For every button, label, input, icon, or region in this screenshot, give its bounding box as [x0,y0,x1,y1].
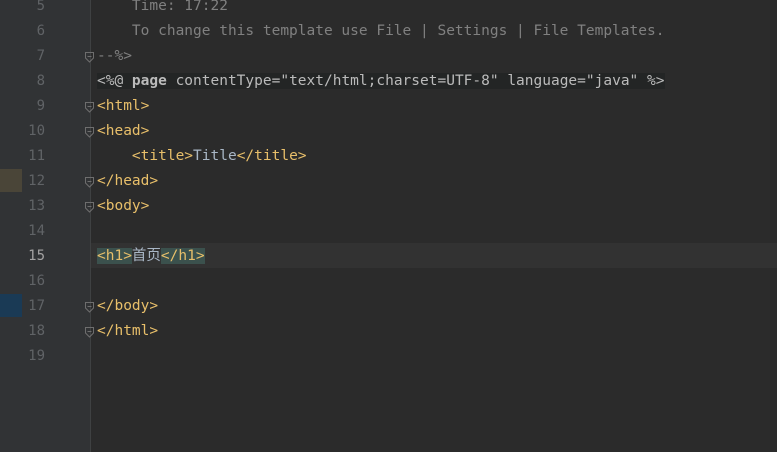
line-number[interactable]: 5 [22,0,45,19]
line-number[interactable]: 11 [22,144,45,169]
code-token: contentType= [166,73,281,89]
code-token: "java" [585,73,639,89]
bookmark-marker [0,294,22,317]
line-number[interactable]: 14 [22,219,45,244]
code-line[interactable]: --%> [97,44,132,69]
code-token: <html> [97,98,150,114]
gutter-divider [90,0,91,452]
code-token: --%> [97,48,132,64]
code-token: 首页 [131,248,161,264]
left-tool-strip [0,0,22,452]
code-line[interactable]: </head> [97,169,158,194]
code-line[interactable]: <h1>首页</h1> [97,244,205,269]
code-token: <body> [97,198,150,214]
code-token: </body> [97,298,159,314]
code-token: </title> [236,148,307,164]
code-token: </h1> [160,248,205,264]
fold-icon[interactable] [85,176,94,188]
fold-icon[interactable] [85,326,94,338]
code-token: To change this template use File | Setti… [97,23,665,39]
code-token: <%@ [97,73,132,89]
code-line[interactable]: <html> [97,94,149,119]
code-token: <head> [97,123,150,139]
line-number[interactable]: 19 [22,344,45,369]
fold-icon[interactable] [85,51,94,63]
line-number[interactable]: 8 [22,69,45,94]
code-token: Time: 17:22 [97,0,228,14]
code-token: </html> [97,323,159,339]
code-token: Title [193,148,237,164]
code-token: %> [638,73,665,89]
line-number[interactable]: 18 [22,319,45,344]
line-number[interactable]: 17 [22,294,45,319]
line-number[interactable]: 6 [22,19,45,44]
fold-icon[interactable] [85,201,94,213]
line-number[interactable]: 15 [22,244,45,269]
code-token: page [131,73,167,89]
code-token: "text/html;charset=UTF-8" [280,73,499,89]
code-token: language= [498,73,586,89]
fold-icon[interactable] [85,126,94,138]
change-marker [0,169,22,192]
code-line[interactable]: </body> [97,294,158,319]
code-token: <h1> [97,248,132,264]
fold-icon[interactable] [85,301,94,313]
code-line[interactable]: <head> [97,119,149,144]
code-line[interactable]: <title>Title</title> [97,144,307,169]
line-number[interactable]: 10 [22,119,45,144]
line-number[interactable]: 12 [22,169,45,194]
code-token: <title> [131,148,194,164]
code-line[interactable]: <%@ page contentType="text/html;charset=… [97,69,665,94]
code-line[interactable]: </html> [97,319,158,344]
line-number[interactable]: 16 [22,269,45,294]
line-number[interactable]: 7 [22,44,45,69]
code-token: </head> [97,173,159,189]
line-number[interactable]: 13 [22,194,45,219]
code-line[interactable]: Time: 17:22 [97,0,228,19]
code-line[interactable]: <body> [97,194,149,219]
line-number[interactable]: 9 [22,94,45,119]
code-line[interactable]: To change this template use File | Setti… [97,19,665,44]
fold-icon[interactable] [85,101,94,113]
